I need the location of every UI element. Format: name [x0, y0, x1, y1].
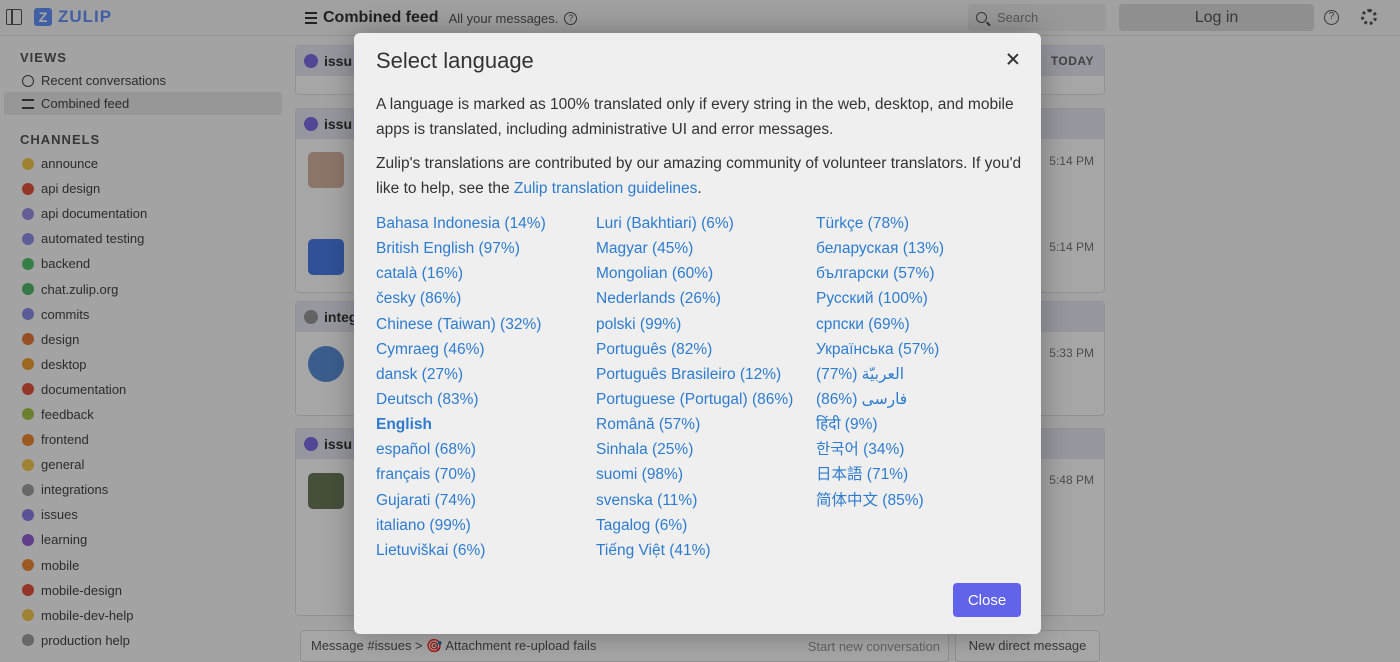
- language-option[interactable]: Sinhala (25%): [596, 437, 816, 462]
- language-option[interactable]: català (16%): [376, 261, 596, 286]
- language-option[interactable]: Mongolian (60%): [596, 261, 816, 286]
- language-option[interactable]: dansk (27%): [376, 362, 596, 387]
- language-option[interactable]: Cymraeg (46%): [376, 337, 596, 362]
- language-option[interactable]: British English (97%): [376, 236, 596, 261]
- language-option[interactable]: polski (99%): [596, 312, 816, 337]
- language-option[interactable]: Tagalog (6%): [596, 513, 816, 538]
- language-option[interactable]: Português (82%): [596, 337, 816, 362]
- language-option[interactable]: français (70%): [376, 462, 596, 487]
- close-icon[interactable]: [1005, 51, 1021, 67]
- language-option[interactable]: Português Brasileiro (12%): [596, 362, 816, 387]
- language-option[interactable]: Tiếng Việt (41%): [596, 538, 816, 563]
- language-option[interactable]: 简体中文 (85%): [816, 488, 1026, 513]
- language-option[interactable]: Gujarati (74%): [376, 488, 596, 513]
- language-option[interactable]: svenska (11%): [596, 488, 816, 513]
- translation-guidelines-link[interactable]: Zulip translation guidelines: [514, 180, 698, 197]
- language-option[interactable]: български (57%): [816, 261, 1026, 286]
- language-option[interactable]: česky (86%): [376, 286, 596, 311]
- language-option[interactable]: 日本語 (71%): [816, 462, 1026, 487]
- language-option[interactable]: Deutsch (83%): [376, 387, 596, 412]
- language-option[interactable]: беларуская (13%): [816, 236, 1026, 261]
- language-option[interactable]: English: [376, 412, 596, 437]
- close-button[interactable]: Close: [953, 583, 1021, 617]
- select-language-modal: Select language A language is marked as …: [354, 33, 1041, 634]
- help-text-end: .: [697, 180, 702, 197]
- language-option[interactable]: српски (69%): [816, 312, 1026, 337]
- translation-note: A language is marked as 100% translated …: [376, 96, 1014, 138]
- language-option[interactable]: suomi (98%): [596, 462, 816, 487]
- language-option[interactable]: italiano (99%): [376, 513, 596, 538]
- language-option[interactable]: Română (57%): [596, 412, 816, 437]
- language-option[interactable]: فارسی (%86): [816, 387, 1026, 412]
- language-option[interactable]: Luri (Bakhtiari) (6%): [596, 211, 816, 236]
- language-list: Bahasa Indonesia (14%) British English (9…: [376, 211, 1026, 563]
- language-option[interactable]: Magyar (45%): [596, 236, 816, 261]
- translation-help-paragraph: Zulip's translations are contributed by …: [376, 151, 1026, 201]
- language-option[interactable]: العربيّة (%77): [816, 362, 1026, 387]
- language-option[interactable]: Nederlands (26%): [596, 286, 816, 311]
- language-option[interactable]: हिंदी (9%): [816, 412, 1026, 437]
- modal-title: Select language: [376, 48, 534, 73]
- language-option[interactable]: Türkçe (78%): [816, 211, 1026, 236]
- language-option[interactable]: Bahasa Indonesia (14%): [376, 211, 596, 236]
- language-option[interactable]: Lietuviškai (6%): [376, 538, 596, 563]
- language-option[interactable]: Chinese (Taiwan) (32%): [376, 312, 596, 337]
- language-option[interactable]: Українська (57%): [816, 337, 1026, 362]
- language-option[interactable]: Portuguese (Portugal) (86%): [596, 387, 816, 412]
- language-option[interactable]: español (68%): [376, 437, 596, 462]
- language-option[interactable]: Русский (100%): [816, 286, 1026, 311]
- language-option[interactable]: 한국어 (34%): [816, 437, 1026, 462]
